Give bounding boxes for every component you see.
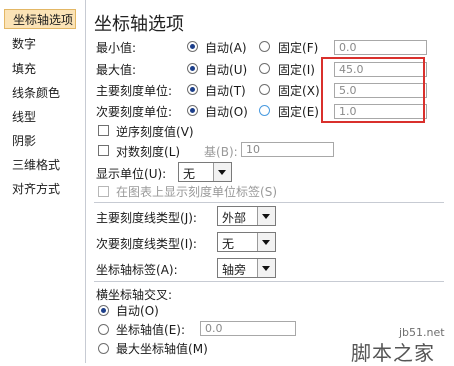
sidebar-item-shadow[interactable]: 阴影 — [4, 131, 76, 151]
sidebar-item-line-style[interactable]: 线型 — [4, 107, 76, 127]
axis-labels-dropdown[interactable]: 轴旁 — [217, 258, 276, 278]
max-label: 最大值: — [96, 63, 137, 77]
crosses-max-label: 最大坐标轴值(M) — [116, 342, 208, 356]
panel-title: 坐标轴选项 — [94, 14, 184, 35]
crosses-value-label: 坐标轴值(E): — [116, 323, 186, 337]
axis-labels-label: 坐标轴标签(A): — [96, 263, 178, 277]
min-auto-radio[interactable] — [187, 41, 198, 52]
sidebar-item-number[interactable]: 数字 — [4, 34, 76, 54]
section-divider — [94, 281, 444, 282]
display-units-label: 显示单位(U): — [96, 167, 167, 181]
min-fixed-label: 自动固定(F) — [278, 41, 319, 55]
sidebar-item-line-color[interactable]: 线条颜色 — [4, 83, 76, 103]
log-scale-label: 对数刻度(L) — [116, 145, 181, 159]
sidebar-item-3d-format[interactable]: 三维格式 — [4, 155, 76, 175]
base-label: 基(B): — [204, 145, 238, 159]
max-auto-radio[interactable] — [187, 63, 198, 74]
crosses-max-radio[interactable] — [98, 343, 109, 354]
crosses-auto-radio[interactable] — [98, 305, 109, 316]
highlight-box — [321, 57, 425, 123]
major-tick-label: 主要刻度线类型(J): — [96, 211, 197, 225]
sidebar-item-alignment[interactable]: 对齐方式 — [4, 179, 76, 199]
chevron-down-icon — [257, 259, 275, 277]
max-fixed-label: 固定(I) — [278, 63, 315, 77]
minor-unit-fixed-radio[interactable] — [259, 105, 270, 116]
chevron-down-icon — [257, 233, 275, 251]
axis-options-panel: 坐标轴选项 最小值: 自动(A) 自动固定(F) 0.0 最大值: 自动(U) … — [86, 0, 454, 363]
minor-unit-auto-label: 自动(O) — [205, 105, 248, 119]
log-scale-checkbox[interactable] — [98, 145, 109, 156]
display-units-dropdown[interactable]: 无 — [178, 162, 232, 182]
base-value-field[interactable]: 10 — [241, 142, 334, 157]
major-unit-fixed-radio[interactable] — [259, 84, 270, 95]
minor-unit-auto-radio[interactable] — [187, 105, 198, 116]
section-divider — [94, 202, 444, 203]
max-auto-label: 自动(U) — [205, 63, 248, 77]
sidebar: 坐标轴选项 数字 填充 线条颜色 线型 阴影 三维格式 对齐方式 — [0, 0, 78, 363]
minor-tick-value: 无 — [222, 237, 235, 251]
minor-unit-fixed-label: 固定(E) — [278, 105, 319, 119]
major-tick-value: 外部 — [222, 211, 247, 225]
sidebar-item-fill[interactable]: 填充 — [4, 59, 76, 79]
minor-unit-label: 次要刻度单位: — [96, 105, 173, 119]
minor-tick-dropdown[interactable]: 无 — [217, 232, 276, 252]
chevron-down-icon — [257, 207, 275, 225]
axis-labels-value: 轴旁 — [222, 263, 247, 277]
chevron-down-icon — [213, 163, 231, 181]
display-units-value: 无 — [183, 167, 196, 181]
min-auto-label: 自动(A) — [205, 41, 247, 55]
crosses-title: 横坐标轴交叉: — [96, 288, 173, 302]
reverse-order-label: 逆序刻度值(V) — [116, 125, 194, 139]
show-units-checkbox[interactable] — [98, 186, 109, 197]
min-label: 最小值: — [96, 41, 137, 55]
major-unit-auto-label: 自动(T) — [205, 84, 246, 98]
crosses-value-radio[interactable] — [98, 324, 109, 335]
sidebar-item-axis-options[interactable]: 坐标轴选项 — [4, 9, 76, 29]
crosses-auto-label: 自动(O) — [116, 304, 159, 318]
major-unit-label: 主要刻度单位: — [96, 84, 173, 98]
show-units-label: 在图表上显示刻度单位标签(S) — [116, 185, 278, 199]
min-fixed-radio[interactable] — [259, 41, 270, 52]
reverse-order-checkbox[interactable] — [98, 125, 109, 136]
major-unit-auto-radio[interactable] — [187, 84, 198, 95]
major-tick-dropdown[interactable]: 外部 — [217, 206, 276, 226]
minor-tick-label: 次要刻度线类型(I): — [96, 237, 197, 251]
max-fixed-radio[interactable] — [259, 63, 270, 74]
crosses-value-field[interactable]: 0.0 — [200, 321, 296, 336]
major-unit-fixed-label: 固定(X) — [278, 84, 320, 98]
watermark-brand: 脚本之家 — [351, 341, 435, 365]
min-value-field[interactable]: 0.0 — [334, 40, 427, 55]
